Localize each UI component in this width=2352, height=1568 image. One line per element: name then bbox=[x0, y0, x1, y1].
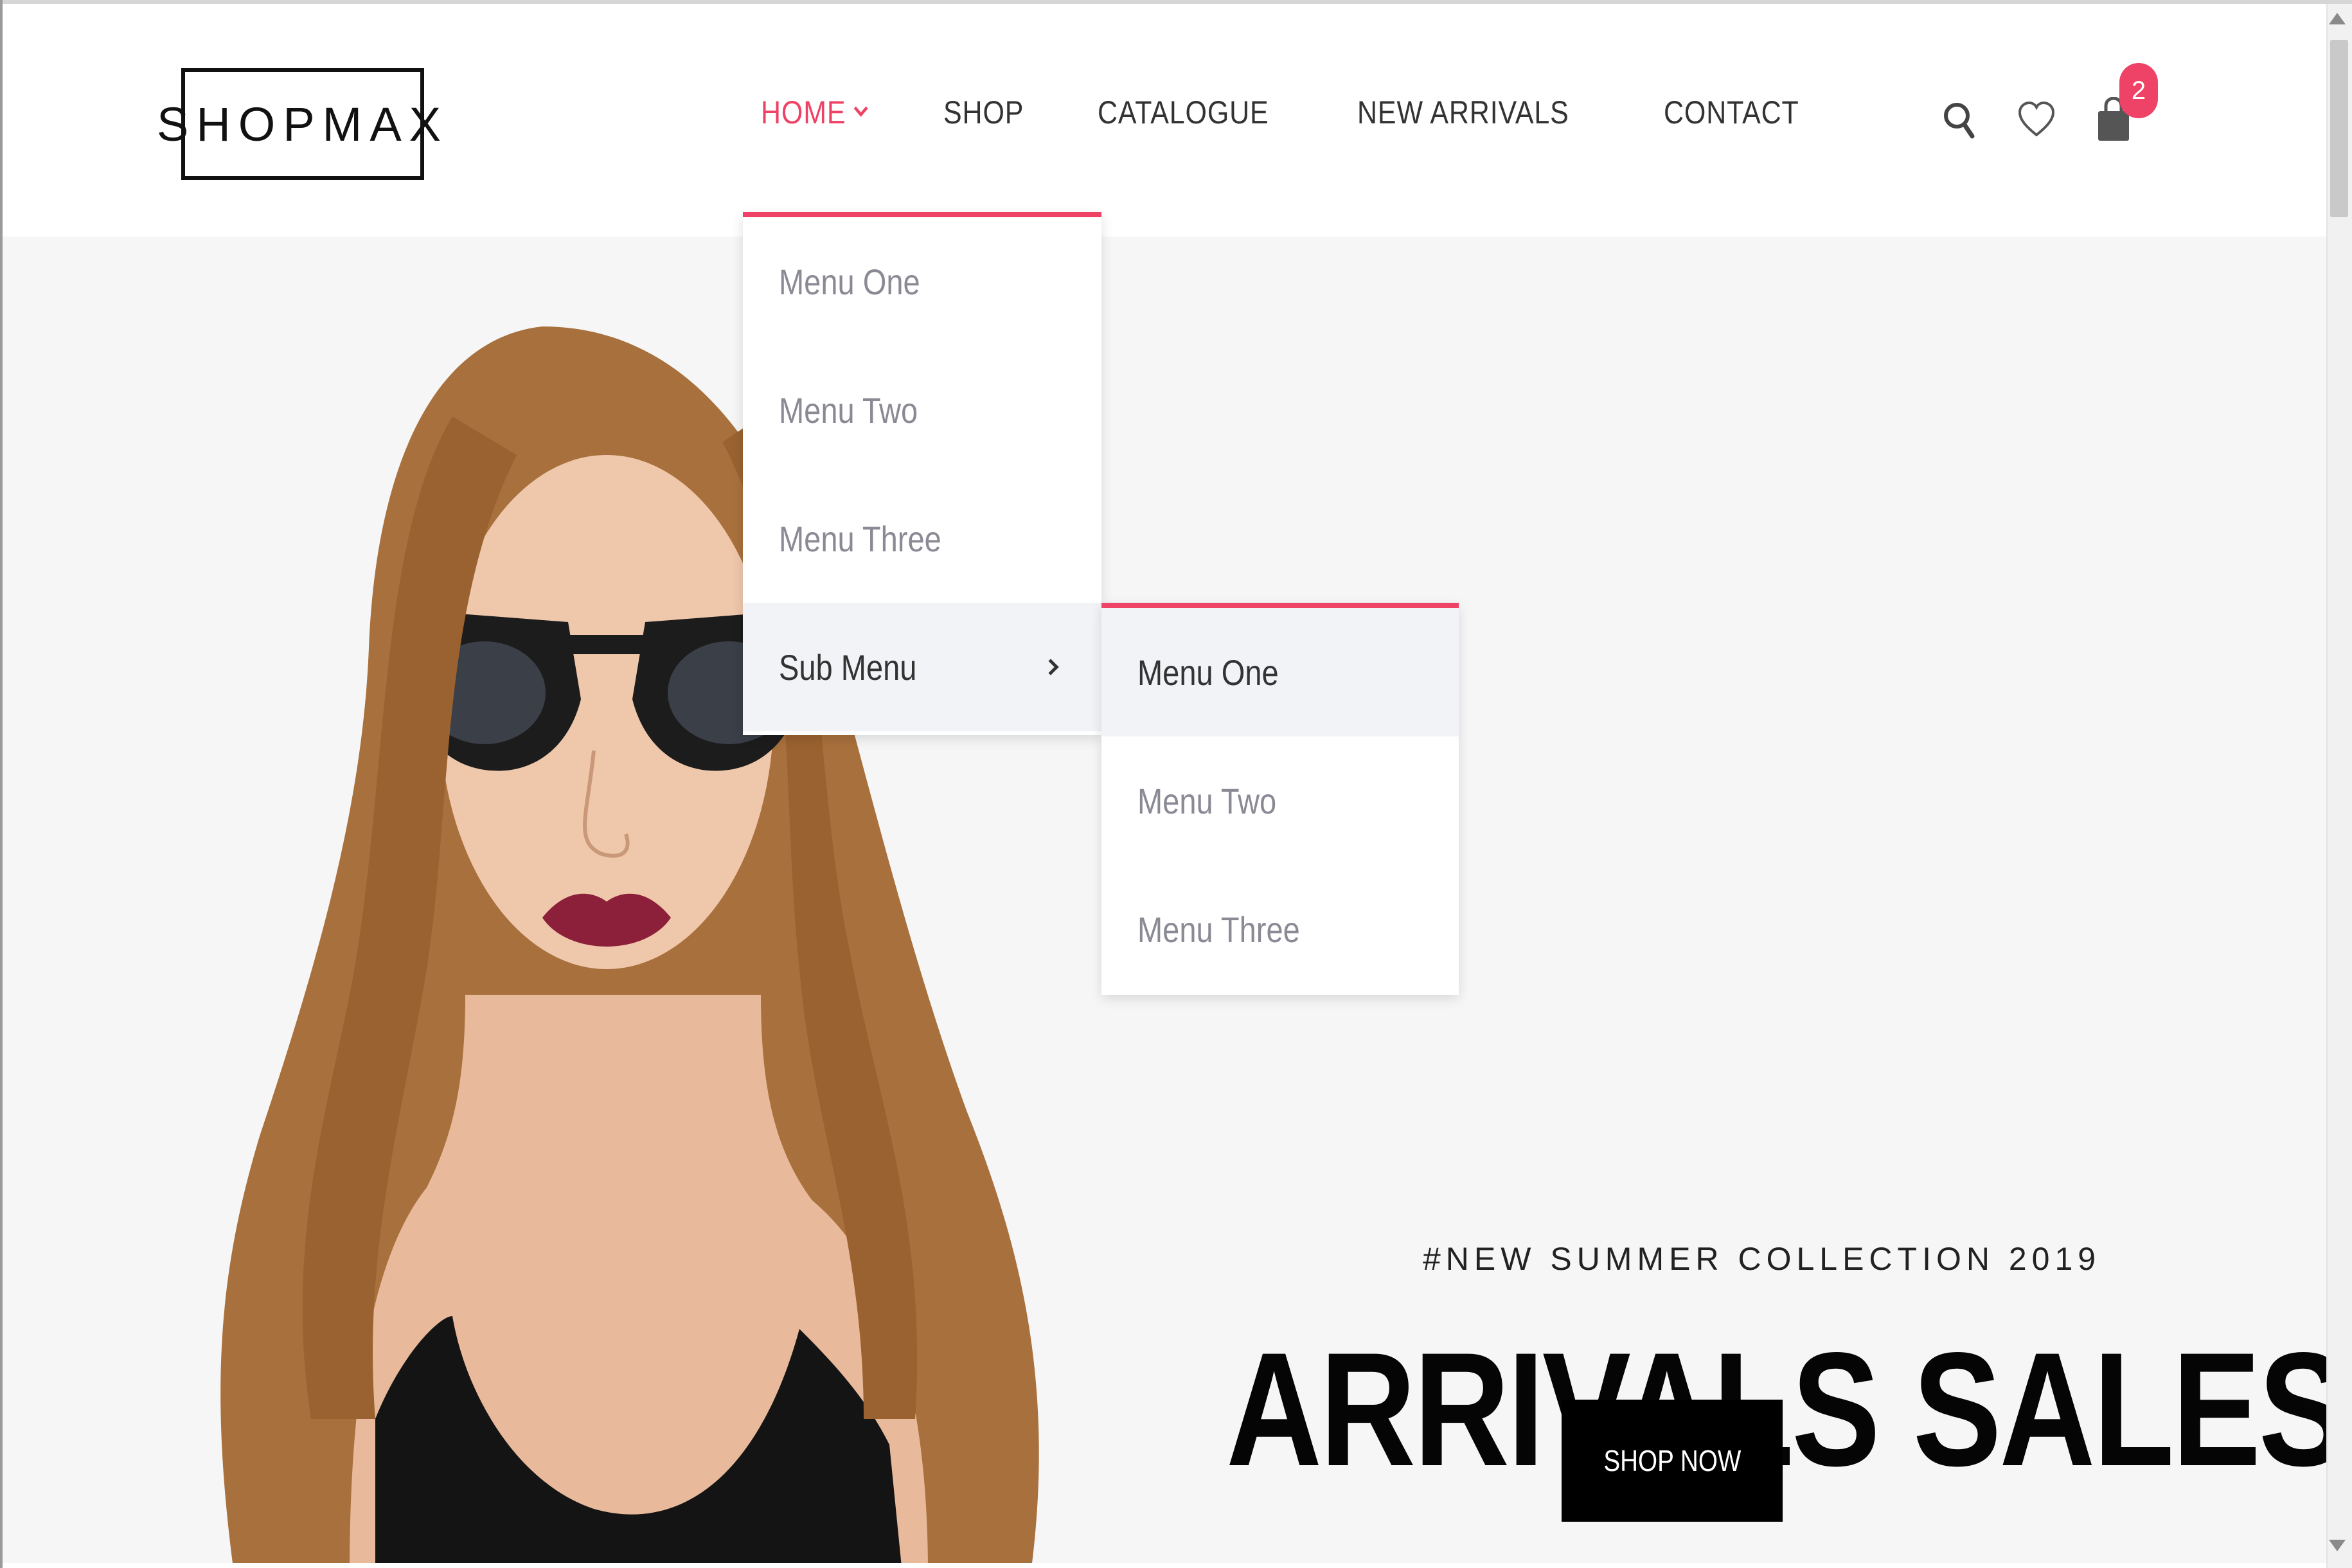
dropdown-item-menu-two[interactable]: Menu Two bbox=[743, 346, 1101, 474]
cart-count-badge: 2 bbox=[2119, 63, 2158, 118]
nav-shop[interactable]: SHOP bbox=[943, 94, 1024, 131]
logo-text: SHOPMAX bbox=[156, 97, 449, 151]
nav-shop-label: SHOP bbox=[943, 94, 1024, 130]
hero-tagline: #NEW SUMMER COLLECTION 2019 bbox=[1423, 1241, 2101, 1277]
search-button[interactable] bbox=[1937, 94, 1982, 145]
dropdown-item-label: Menu One bbox=[779, 261, 920, 302]
chevron-down-icon bbox=[853, 100, 868, 117]
heart-icon bbox=[2018, 101, 2055, 137]
shop-now-label: SHOP NOW bbox=[1603, 1444, 1741, 1477]
submenu-item-label: Menu Three bbox=[1137, 909, 1300, 950]
dropdown-item-menu-one[interactable]: Menu One bbox=[743, 217, 1101, 346]
nav-home[interactable]: HOME bbox=[761, 94, 868, 131]
page-scrollbar[interactable] bbox=[2326, 4, 2352, 1568]
main-nav: HOME SHOP CATALOGUE NEW ARRIVALS CONTACT bbox=[761, 94, 1882, 131]
submenu-item-menu-three[interactable]: Menu Three bbox=[1101, 865, 1459, 993]
nav-contact[interactable]: CONTACT bbox=[1664, 94, 1799, 131]
nav-new-arrivals[interactable]: NEW ARRIVALS bbox=[1357, 94, 1569, 131]
chevron-right-icon bbox=[1042, 659, 1059, 675]
submenu-flyout: Menu One Menu Two Menu Three bbox=[1101, 603, 1459, 995]
submenu-item-label: Menu One bbox=[1137, 652, 1279, 693]
scroll-down-arrow-icon[interactable] bbox=[2329, 1540, 2346, 1551]
nav-catalogue[interactable]: CATALOGUE bbox=[1098, 94, 1269, 131]
dropdown-item-menu-three[interactable]: Menu Three bbox=[743, 474, 1101, 603]
cart-count: 2 bbox=[2131, 76, 2146, 105]
submenu-item-label: Menu Two bbox=[1137, 780, 1277, 821]
nav-catalogue-label: CATALOGUE bbox=[1097, 94, 1269, 130]
wishlist-button[interactable] bbox=[2014, 94, 2059, 145]
submenu-item-menu-two[interactable]: Menu Two bbox=[1101, 736, 1459, 865]
nav-new-arrivals-label: NEW ARRIVALS bbox=[1357, 94, 1569, 130]
dropdown-item-label: Menu Two bbox=[779, 389, 918, 431]
dropdown-item-sub-menu[interactable]: Sub Menu bbox=[743, 603, 1101, 731]
site-header: SHOPMAX HOME SHOP CATALOGUE NEW ARRIVALS… bbox=[3, 4, 2326, 236]
home-dropdown-menu: Menu One Menu Two Menu Three Sub Menu bbox=[743, 212, 1101, 735]
scrollbar-thumb[interactable] bbox=[2330, 40, 2348, 217]
nav-home-label: HOME bbox=[761, 94, 846, 130]
shop-now-button[interactable]: SHOP NOW bbox=[1562, 1400, 1783, 1522]
submenu-item-menu-one[interactable]: Menu One bbox=[1101, 608, 1459, 736]
scroll-up-arrow-icon[interactable] bbox=[2329, 13, 2346, 24]
dropdown-item-label: Sub Menu bbox=[779, 646, 917, 688]
search-icon bbox=[1944, 103, 1975, 139]
dropdown-item-label: Menu Three bbox=[779, 518, 941, 559]
nav-contact-label: CONTACT bbox=[1664, 94, 1799, 130]
site-logo[interactable]: SHOPMAX bbox=[157, 68, 441, 180]
